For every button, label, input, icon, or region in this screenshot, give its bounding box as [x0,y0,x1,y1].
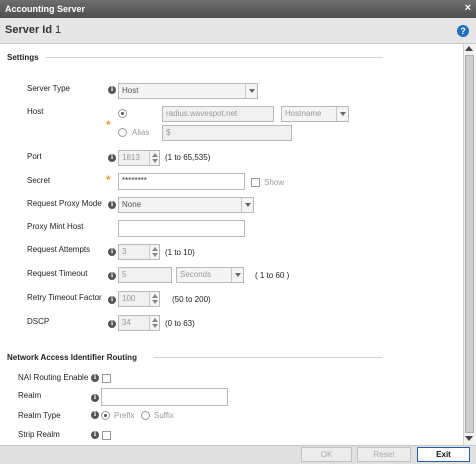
dscp-stepper[interactable]: 34 [118,315,160,331]
chevron-down-icon [245,84,257,98]
stepper-arrows-icon[interactable] [149,151,159,165]
nai-divider [153,357,383,358]
info-icon: i [108,296,116,304]
scroll-down-icon[interactable] [465,436,473,441]
port-value: 1813 [122,153,140,162]
host-type-value: Hostname [285,109,322,118]
proxy-host-label: Proxy Mint Host [27,222,84,231]
chevron-down-icon [336,107,348,121]
required-icon: * [106,173,111,187]
timeout-input[interactable]: 5 [118,267,172,283]
strip-realm-checkbox[interactable] [102,431,111,440]
dscp-range-hint: (0 to 63) [165,319,195,328]
retry-factor-stepper[interactable]: 100 [118,291,160,307]
server-id-value: 1 [55,24,62,36]
nai-enable-label: NAI Routing Enable [18,373,89,382]
realm-label: Realm [18,391,42,400]
ok-button[interactable]: OK [301,447,352,462]
proxy-host-input[interactable] [118,220,245,237]
port-range-hint: (1 to 65,535) [165,153,211,162]
port-stepper[interactable]: 1813 [118,150,160,166]
dscp-label: DSCP [27,317,50,326]
info-icon: i [91,411,99,419]
show-secret-checkbox[interactable] [251,178,260,187]
scrollbar-thumb[interactable] [465,55,474,433]
settings-divider [46,57,383,58]
close-icon[interactable]: × [465,0,471,17]
host-radio[interactable] [118,109,127,118]
attempts-label: Request Attempts [27,245,91,254]
info-icon: i [91,431,99,439]
help-icon[interactable]: ? [457,25,469,37]
retry-factor-label: Retry Timeout Factor [27,293,102,302]
server-type-select[interactable]: Host [118,83,258,99]
timeout-unit-value: Seconds [180,270,212,279]
prefix-label: Prefix [114,411,135,420]
reset-button[interactable]: Reset [357,447,411,462]
info-icon: i [108,154,116,162]
alias-radio[interactable] [118,128,127,137]
proxy-mode-label: Request Proxy Mode [27,199,102,208]
attempts-range-hint: (1 to 10) [165,248,195,257]
info-icon: i [91,394,99,402]
host-type-select[interactable]: Hostname [281,106,349,122]
stepper-arrows-icon[interactable] [149,245,159,259]
proxy-mode-value: None [122,200,142,209]
timeout-range-hint: ( 1 to 60 ) [255,271,290,280]
server-header [0,18,476,44]
chevron-down-icon [241,198,253,212]
stepper-arrows-icon[interactable] [149,316,159,330]
server-type-value: Host [122,86,139,95]
suffix-radio[interactable] [141,411,150,420]
server-id-label: Server Id [5,24,53,36]
stepper-arrows-icon[interactable] [149,292,159,306]
retry-factor-range-hint: (50 to 200) [172,295,211,304]
exit-button[interactable]: Exit [417,447,470,462]
secret-input[interactable]: ******** [118,173,245,190]
dscp-value: 34 [122,318,131,327]
settings-heading: Settings [7,53,39,62]
prefix-radio[interactable] [101,411,110,420]
alias-input[interactable]: $ [162,125,292,141]
info-icon: i [108,86,116,94]
suffix-label: Suffix [154,411,174,420]
window-title: Accounting Server [0,0,476,18]
info-icon: i [108,320,116,328]
host-input[interactable]: radius.wavespot.net [162,106,274,122]
realm-type-label: Realm Type [18,411,61,420]
alias-label: Alias [132,128,150,137]
secret-label: Secret [27,176,51,185]
server-type-label: Server Type [27,84,70,93]
info-icon: i [108,201,116,209]
info-icon: i [108,272,116,280]
strip-realm-label: Strip Realm [18,430,60,439]
scroll-up-icon[interactable] [465,46,473,51]
show-secret-label: Show [264,178,285,187]
attempts-stepper[interactable]: 3 [118,244,160,260]
host-label: Host [27,107,44,116]
nai-heading: Network Access Identifier Routing [7,353,137,362]
info-icon: i [91,374,99,382]
port-label: Port [27,152,42,161]
nai-enable-checkbox[interactable] [102,374,111,383]
realm-input[interactable] [101,388,228,406]
chevron-down-icon [231,268,243,282]
info-icon: i [108,248,116,256]
proxy-mode-select[interactable]: None [118,197,254,213]
retry-factor-value: 100 [122,294,136,303]
timeout-label: Request Timeout [27,269,88,278]
required-icon: * [106,118,111,132]
attempts-value: 3 [122,247,127,256]
timeout-unit-select[interactable]: Seconds [176,267,244,283]
